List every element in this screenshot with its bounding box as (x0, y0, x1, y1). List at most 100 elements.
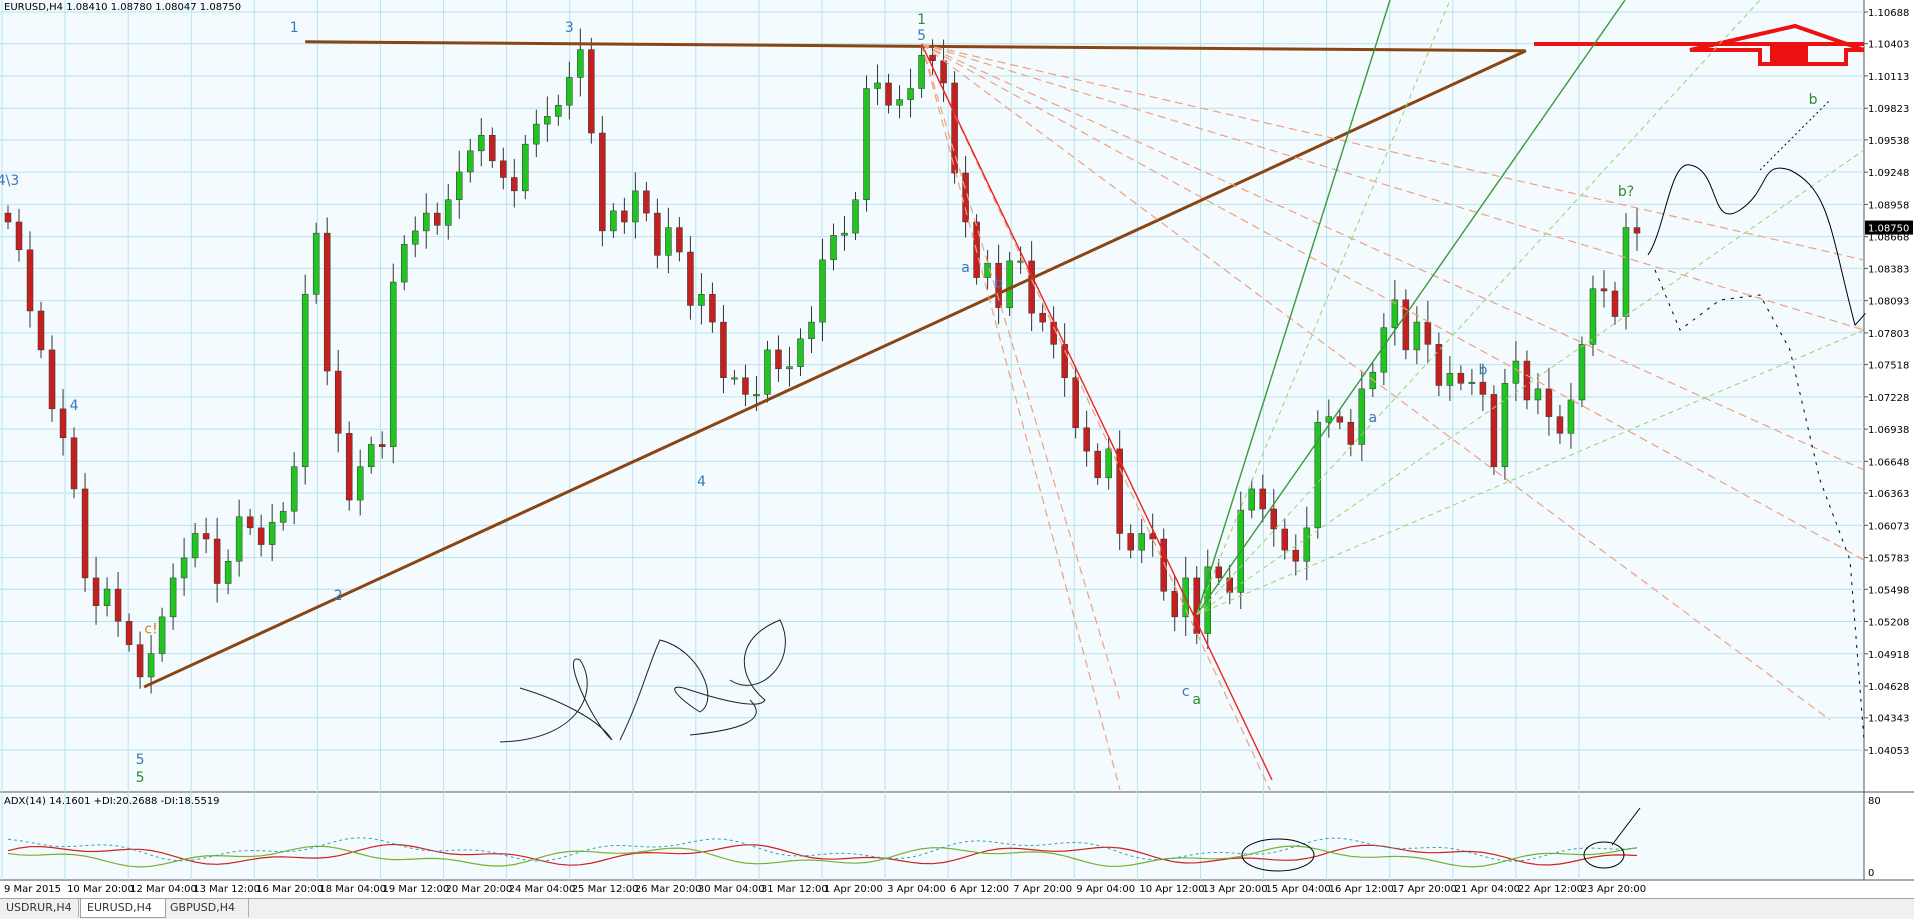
wave-label: 4 (70, 398, 79, 414)
candle (852, 199, 859, 234)
time-tick-label: 19 Mar 12:00 (382, 884, 449, 895)
candle (1248, 488, 1256, 511)
candle (1292, 549, 1300, 562)
price-tick-label: 1.10688 (1868, 8, 1909, 19)
time-tick-label: 13 Apr 20:00 (1202, 884, 1267, 895)
wave-label: b (1478, 362, 1487, 378)
wave-label: 4\3 (0, 173, 19, 189)
time-tick-label: 24 Mar 04:00 (509, 884, 576, 895)
price-tick-label: 1.07518 (1868, 361, 1909, 372)
wave-label: b (994, 276, 1003, 292)
candle (312, 232, 320, 295)
candle (1589, 288, 1597, 345)
price-tick-label: 1.08383 (1868, 264, 1909, 275)
candle (1094, 450, 1101, 479)
price-tick-label: 1.06363 (1868, 489, 1909, 500)
tab-gbpusd[interactable]: GBPUSD,H4 (164, 899, 249, 917)
price-tick-label: 1.04628 (1868, 682, 1909, 693)
indicator-tick: 0 (1868, 868, 1874, 879)
price-tick-label: 1.07803 (1868, 329, 1909, 340)
candle (467, 150, 474, 173)
roof-arrow-fill (1770, 44, 1808, 66)
candle (665, 227, 672, 256)
price-tick-label: 1.06073 (1868, 521, 1909, 532)
time-tick-label: 7 Apr 20:00 (1013, 884, 1072, 895)
candle (599, 132, 606, 232)
candle (1039, 312, 1046, 323)
candle (1413, 321, 1421, 351)
candle (81, 488, 89, 579)
time-tick-label: 15 Apr 04:00 (1266, 884, 1331, 895)
price-chart[interactable]: 1.10688 1.10403 1.10113 1.09823 1.09538 1.092… (0, 0, 1914, 898)
candle (643, 190, 650, 214)
candle (1457, 373, 1465, 384)
candle (687, 251, 694, 306)
candle (15, 221, 23, 251)
price-tick-label: 1.10113 (1868, 72, 1909, 83)
candle (235, 516, 243, 562)
candle (874, 82, 881, 89)
price-tick-label: 1.04343 (1868, 714, 1909, 725)
chart-header: EURUSD,H4 1.08410 1.08780 1.08047 1.0875… (4, 2, 242, 13)
candle (588, 49, 595, 134)
wave-label: a (961, 260, 970, 276)
candle (698, 294, 705, 306)
price-tick-label: 1.05498 (1868, 585, 1909, 596)
time-tick-label: 13 Mar 12:00 (193, 884, 260, 895)
candle (1226, 577, 1233, 593)
time-tick-label: 6 Apr 12:00 (950, 884, 1009, 895)
candle (169, 577, 177, 618)
candle (147, 653, 155, 678)
candle (1171, 591, 1178, 618)
candle (1600, 288, 1608, 292)
time-tick-label: 16 Apr 12:00 (1329, 884, 1394, 895)
indicator-tick: 80 (1868, 796, 1881, 807)
candle (555, 104, 562, 117)
candle (1303, 527, 1311, 562)
candle (345, 433, 353, 501)
candle (434, 212, 441, 226)
candle (26, 249, 34, 312)
candle (70, 437, 78, 490)
candle (1534, 388, 1542, 401)
time-tick-label: 9 Apr 04:00 (1076, 884, 1135, 895)
candle (863, 88, 870, 201)
candle (180, 557, 188, 579)
candle (224, 560, 232, 584)
candle (621, 210, 628, 223)
price-tick-label: 1.09538 (1868, 136, 1909, 147)
candle (1622, 227, 1630, 317)
candle (323, 232, 331, 372)
chart-window: 1.10688 1.10403 1.10113 1.09823 1.09538 1.092… (0, 0, 1914, 919)
tab-eurusd[interactable]: EURUSD,H4 (80, 899, 166, 918)
candle (1446, 373, 1454, 386)
candle (279, 510, 287, 523)
price-tick-label: 1.06938 (1868, 425, 1909, 436)
candle (1578, 344, 1586, 401)
candle (1105, 448, 1112, 479)
candle (830, 235, 837, 261)
candle (1336, 416, 1344, 423)
tab-usdrur[interactable]: USDRUR,H4 (0, 899, 79, 917)
candle (885, 82, 892, 106)
candle (764, 349, 771, 395)
candle (1391, 299, 1399, 328)
candle (775, 349, 782, 370)
candle (500, 160, 507, 178)
candle (753, 394, 760, 397)
candle (1567, 399, 1575, 434)
wave-label: a (1369, 410, 1378, 426)
wave-label: c (1182, 684, 1190, 700)
candle (632, 190, 639, 223)
wave-label: b (1809, 92, 1818, 108)
candle (1215, 566, 1222, 579)
wave-label: 5 (136, 752, 145, 768)
time-tick-label: 22 Apr 12:00 (1518, 884, 1583, 895)
candle (246, 516, 254, 529)
candle (489, 134, 496, 162)
candle (257, 527, 265, 545)
price-tick-label: 1.09823 (1868, 104, 1909, 115)
candle (92, 577, 100, 606)
candle (290, 466, 298, 512)
time-tick-label: 26 Mar 20:00 (635, 884, 702, 895)
